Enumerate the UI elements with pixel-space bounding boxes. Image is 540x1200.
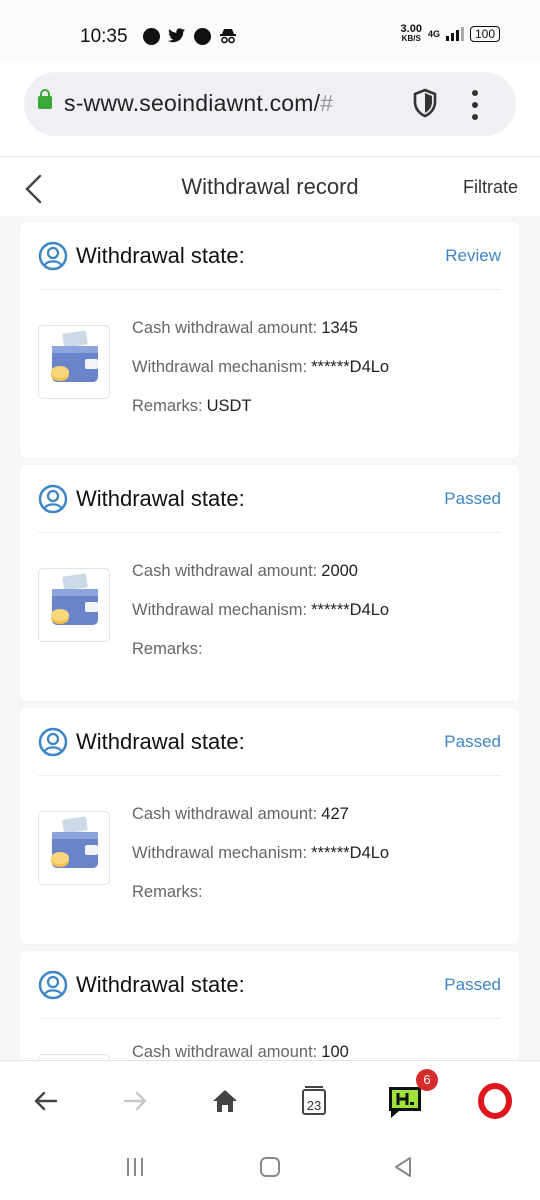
amount-row: Cash withdrawal amount: 2000: [132, 562, 358, 581]
card-header: Withdrawal state: Passed: [20, 465, 519, 531]
back-triangle-icon[interactable]: [390, 1154, 416, 1180]
record-card: Withdrawal state: Review Cash withdrawal…: [20, 222, 519, 458]
system-nav-bar: [0, 1140, 540, 1200]
battery-indicator: 100: [469, 26, 500, 42]
amount-row: Cash withdrawal amount: 100: [132, 1043, 349, 1060]
tabs-count: 23: [306, 1097, 322, 1113]
status-right: 3.00 KB/S 4G 100: [401, 24, 500, 44]
amount-row: Cash withdrawal amount: 1345: [132, 319, 358, 338]
mechanism-value: ******D4Lo: [311, 601, 390, 619]
clock: 10:35: [80, 26, 128, 47]
remarks-label: Remarks:: [132, 640, 203, 658]
tabs-button[interactable]: 23: [294, 1081, 334, 1121]
facebook-icon: [194, 27, 211, 45]
user-icon: [38, 241, 68, 271]
home-icon[interactable]: [205, 1081, 245, 1121]
amount-label: Cash withdrawal amount:: [132, 319, 318, 337]
state-label: Withdrawal state:: [76, 729, 245, 754]
remarks-value: USDT: [206, 397, 252, 415]
wallet-icon: [38, 811, 110, 885]
withdrawal-list[interactable]: Withdrawal state: Review Cash withdrawal…: [0, 216, 540, 1060]
status-bar: 10:35 3.00 KB/S 4G 100: [0, 0, 540, 62]
shield-icon[interactable]: [412, 88, 438, 118]
mechanism-row: Withdrawal mechanism: ******D4Lo: [132, 844, 389, 863]
status-badge: Passed: [444, 732, 501, 751]
amount-row: Cash withdrawal amount: 427: [132, 805, 349, 824]
remarks-label: Remarks:: [132, 883, 203, 901]
remarks-row: Remarks: USDT: [132, 397, 252, 416]
url-main: s-www.seoindiawnt.com/: [64, 90, 321, 116]
status-badge: Review: [445, 246, 501, 265]
messenger-icon: [143, 27, 160, 45]
signal-icon: [445, 27, 464, 41]
notification-badge: 6: [416, 1069, 438, 1091]
lock-icon: [38, 89, 52, 109]
card-header: Withdrawal state: Review: [20, 222, 519, 288]
page-header: Withdrawal record Filtrate: [0, 160, 540, 216]
mechanism-value: ******D4Lo: [311, 358, 390, 376]
notification-icons: [143, 27, 237, 45]
network-type: 4G: [427, 29, 440, 39]
network-speed: 3.00 KB/S: [401, 24, 422, 44]
twitter-icon: [168, 28, 185, 43]
divider: [38, 775, 501, 776]
mechanism-label: Withdrawal mechanism:: [132, 601, 308, 619]
record-card: Withdrawal state: Passed Cash withdrawal…: [20, 708, 519, 944]
remarks-row: Remarks:: [132, 883, 207, 902]
card-header: Withdrawal state: Passed: [20, 951, 519, 1017]
home-circle-icon[interactable]: [257, 1154, 283, 1180]
amount-value: 2000: [321, 562, 358, 580]
amount-value: 1345: [321, 319, 358, 337]
url-text[interactable]: s-www.seoindiawnt.com/#: [64, 90, 333, 117]
mechanism-label: Withdrawal mechanism:: [132, 358, 308, 376]
wallet-icon: [38, 325, 110, 399]
speed-unit: KB/S: [401, 34, 421, 43]
mechanism-row: Withdrawal mechanism: ******D4Lo: [132, 601, 389, 620]
amount-label: Cash withdrawal amount:: [132, 562, 318, 580]
user-icon: [38, 484, 68, 514]
mechanism-value: ******D4Lo: [311, 844, 390, 862]
forward-icon[interactable]: [115, 1081, 155, 1121]
more-options-icon[interactable]: [469, 90, 481, 120]
remarks-row: Remarks:: [132, 640, 207, 659]
status-badge: Passed: [444, 489, 501, 508]
user-icon: [38, 727, 68, 757]
state-label: Withdrawal state:: [76, 972, 245, 997]
divider: [0, 156, 540, 157]
state-label: Withdrawal state:: [76, 243, 245, 268]
divider: [38, 1018, 501, 1019]
opera-menu-icon[interactable]: [475, 1081, 515, 1121]
amount-value: 100: [321, 1043, 349, 1060]
state-label: Withdrawal state:: [76, 486, 245, 511]
page-title: Withdrawal record: [181, 174, 359, 199]
back-icon[interactable]: [26, 1081, 66, 1121]
url-tail: #: [320, 90, 334, 116]
status-badge: Passed: [444, 975, 501, 994]
incognito-icon: [220, 29, 236, 44]
card-header: Withdrawal state: Passed: [20, 708, 519, 774]
recent-apps-icon[interactable]: [122, 1154, 148, 1180]
amount-value: 427: [321, 805, 349, 823]
address-bar[interactable]: s-www.seoindiawnt.com/#: [24, 72, 516, 136]
mechanism-row: Withdrawal mechanism: ******D4Lo: [132, 358, 389, 377]
record-card: Withdrawal state: Passed Cash withdrawal…: [20, 951, 519, 1060]
user-icon: [38, 970, 68, 1000]
browser-bottom-nav: 23 6: [0, 1060, 540, 1141]
filter-button[interactable]: Filtrate: [463, 177, 518, 198]
amount-label: Cash withdrawal amount:: [132, 805, 318, 823]
mechanism-label: Withdrawal mechanism:: [132, 844, 308, 862]
amount-label: Cash withdrawal amount:: [132, 1043, 318, 1060]
record-card: Withdrawal state: Passed Cash withdrawal…: [20, 465, 519, 701]
wallet-icon: [38, 568, 110, 642]
remarks-label: Remarks:: [132, 397, 203, 415]
divider: [38, 532, 501, 533]
divider: [38, 289, 501, 290]
